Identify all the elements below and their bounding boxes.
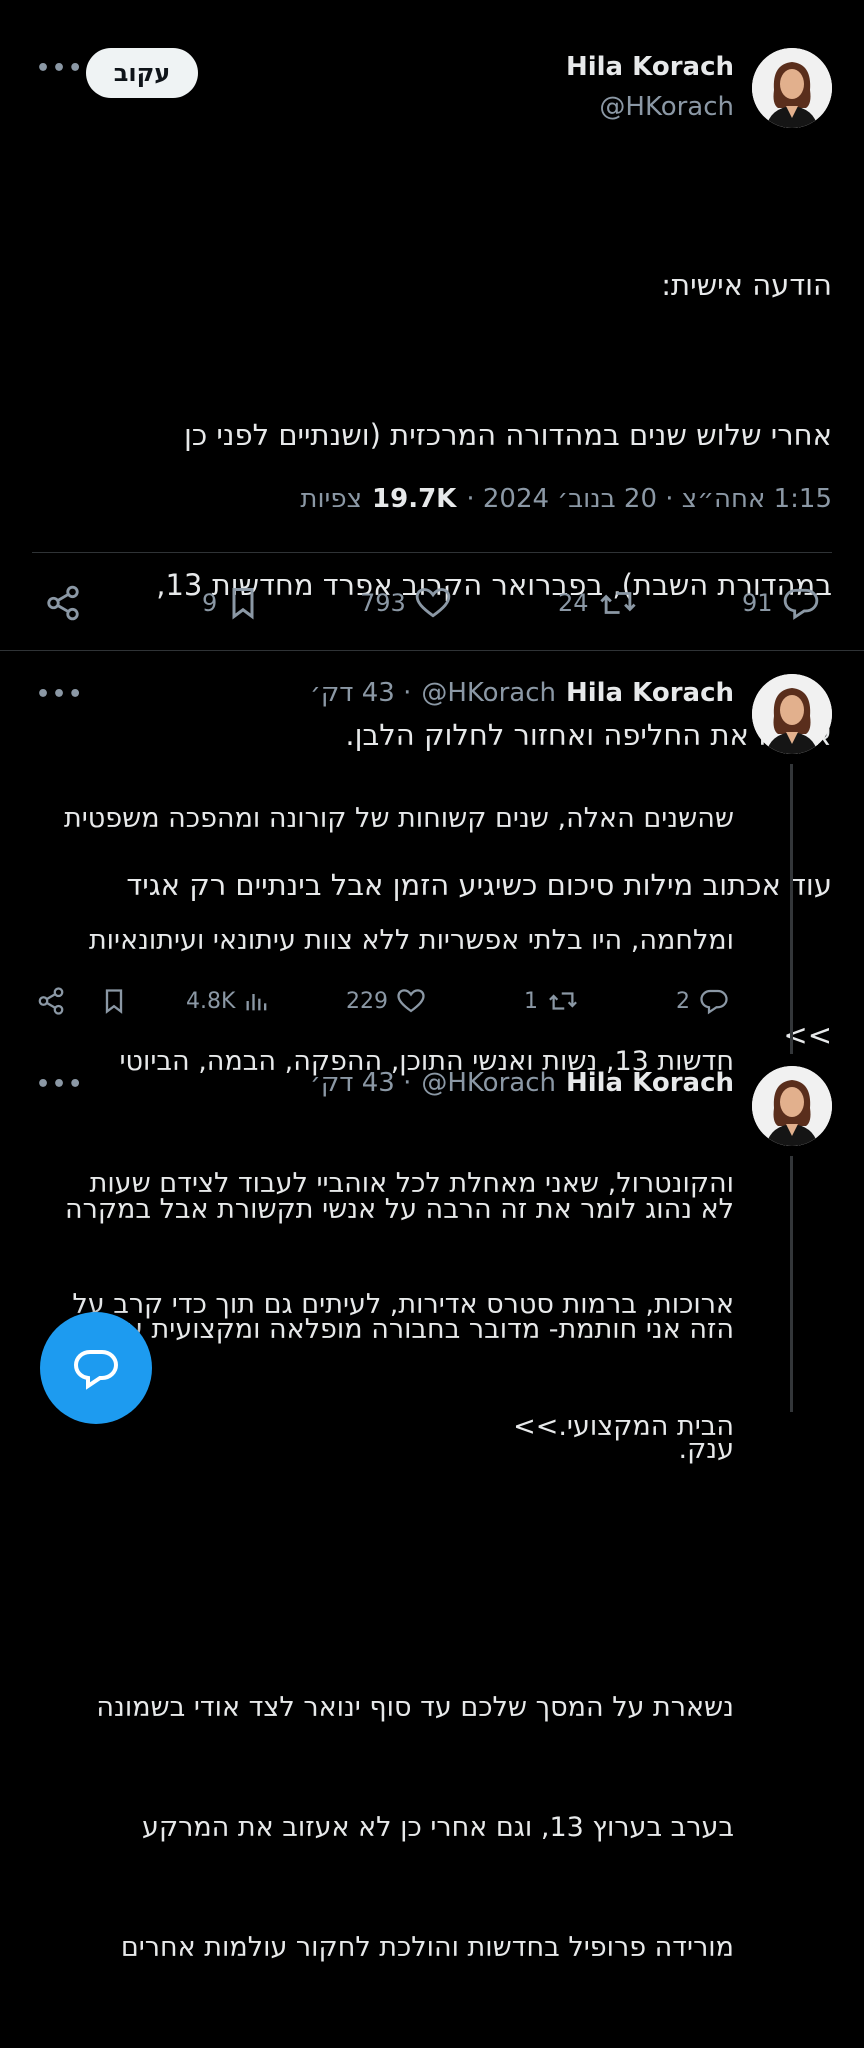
divider [32, 552, 832, 553]
avatar-photo [752, 48, 832, 128]
tweet-line: אחרי שלוש שנים במהדורה המרכזית (ושנתיים … [183, 418, 832, 452]
reply-header: Hila Korach @HKorach · 43 דק׳ [310, 678, 734, 708]
bookmark-button[interactable]: 9 [202, 584, 261, 622]
share-button[interactable] [44, 584, 82, 622]
reply-time[interactable]: · 43 דק׳ [310, 1068, 411, 1098]
reply-line: נשארת על המסך שלכם עד סוף ינואר לצד אודי… [96, 1692, 734, 1723]
reply-line: לא נהוג לומר את זה הרבה על אנשי תקשורת א… [65, 1194, 734, 1225]
reply-count: 2 [676, 988, 690, 1014]
reply-line: בערב בערוץ 13, וגם אחרי כן לא אעזוב את ה… [142, 1812, 734, 1843]
like-icon [415, 588, 451, 618]
views-count: 4.8K [186, 988, 236, 1014]
retweet-count: 24 [558, 589, 589, 617]
retweet-icon [599, 592, 636, 614]
retweet-icon [549, 992, 577, 1010]
retweet-button[interactable]: 24 [558, 584, 639, 622]
views-count: 19.7K [372, 484, 457, 514]
thread-line [790, 1156, 793, 1412]
reply-time[interactable]: · 43 דק׳ [310, 678, 411, 708]
retweet-count: 1 [524, 988, 538, 1014]
compose-reply-icon [73, 1350, 119, 1390]
follow-button[interactable]: עקוב [86, 48, 198, 98]
author-handle[interactable]: @HKorach [421, 678, 556, 708]
bookmark-count: 9 [202, 589, 218, 617]
reply-text: לא נהוג לומר את זה הרבה על אנשי תקשורת א… [14, 1110, 734, 2048]
share-button[interactable] [36, 986, 66, 1016]
thread-line [790, 764, 793, 1054]
like-icon [397, 989, 425, 1013]
more-icon[interactable]: ••• [36, 1072, 84, 1097]
reply-count: 91 [742, 589, 773, 617]
reply-line: ומלחמה, היו בלתי אפשריות ללא צוות עיתונא… [88, 924, 734, 956]
reply-line: ענק. [678, 1434, 734, 1465]
author-name[interactable]: Hila Korach [566, 1068, 734, 1098]
like-button[interactable]: 229 [346, 986, 426, 1016]
tweet-line: הודעה אישית: [661, 268, 832, 302]
reply-icon [700, 989, 728, 1015]
tweet-timestamp[interactable]: 1:15 אחה״צ · 20 בנוב׳ 2024 · [466, 484, 832, 514]
reply-line: שהשנים האלה, שנים קשוחות של קורונה ומהפכ… [63, 803, 734, 834]
bookmark-icon [232, 588, 254, 620]
reply-line [14, 1550, 734, 1590]
like-count: 793 [360, 589, 406, 617]
more-icon[interactable]: ••• [36, 56, 84, 81]
divider [0, 650, 864, 651]
bookmark-button[interactable] [100, 986, 128, 1016]
views-button[interactable]: 4.8K [186, 986, 271, 1016]
like-button[interactable]: 793 [360, 584, 452, 622]
reply-icon [783, 588, 818, 620]
reply-header: Hila Korach @HKorach · 43 דק׳ [310, 1068, 734, 1098]
reply-button[interactable]: 2 [676, 986, 730, 1016]
avatar-photo [752, 1066, 832, 1146]
share-icon [38, 987, 64, 1015]
compose-reply-button[interactable] [40, 1312, 152, 1424]
reply-button[interactable]: 91 [742, 584, 821, 622]
more-icon[interactable]: ••• [36, 682, 84, 707]
avatar[interactable] [752, 674, 832, 754]
retweet-button[interactable]: 1 [524, 986, 580, 1016]
avatar[interactable] [752, 48, 832, 128]
reply-line: מורידה פרופיל בחדשות והולכת לחקור עולמות… [120, 1932, 734, 1963]
author-name[interactable]: Hila Korach [566, 52, 734, 82]
share-icon [47, 585, 79, 621]
author-handle[interactable]: @HKorach [599, 92, 734, 122]
author-name[interactable]: Hila Korach [566, 678, 734, 708]
tweet-meta: 1:15 אחה״צ · 20 בנוב׳ 2024 · 19.7K צפיות [300, 484, 832, 514]
bookmark-icon [105, 989, 123, 1014]
views-icon [246, 994, 267, 1011]
like-count: 229 [346, 988, 388, 1014]
author-handle[interactable]: @HKorach [421, 1068, 556, 1098]
avatar[interactable] [752, 1066, 832, 1146]
avatar-photo [752, 674, 832, 754]
views-label: צפיות [300, 484, 363, 514]
